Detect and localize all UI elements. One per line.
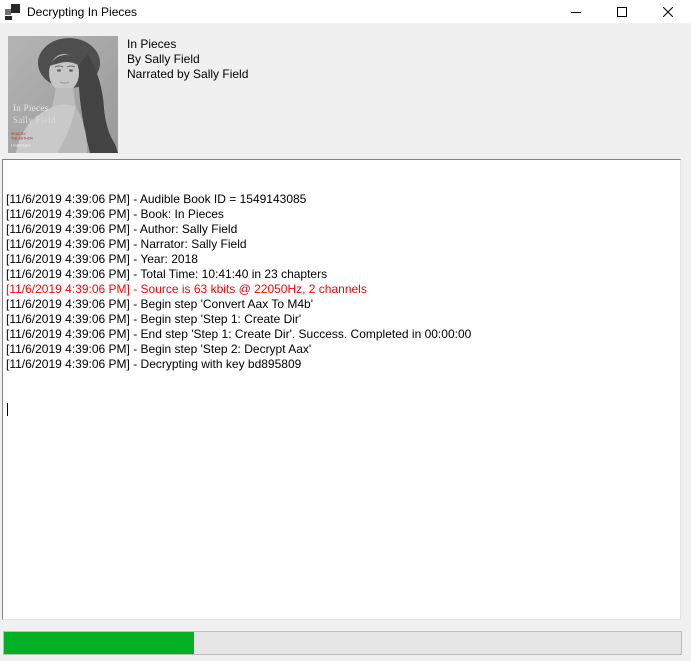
book-author: By Sally Field [127, 52, 248, 67]
book-cover-image: In Pieces Sally Field READ BY THE AUTHOR… [8, 36, 118, 153]
cover-title-text: In Pieces [13, 103, 49, 113]
maximize-button[interactable] [599, 0, 645, 23]
log-line: [11/6/2019 4:39:06 PM] - Narrator: Sally… [6, 237, 677, 252]
window-title: Decrypting In Pieces [27, 5, 137, 19]
book-narrator: Narrated by Sally Field [127, 67, 248, 82]
cover-badge-read-by: READ BY [11, 132, 27, 136]
minimize-button[interactable] [553, 0, 599, 23]
log-line: [11/6/2019 4:39:06 PM] - Book: In Pieces [6, 207, 677, 222]
log-line: [11/6/2019 4:39:06 PM] - Year: 2018 [6, 252, 677, 267]
log-line: [11/6/2019 4:39:06 PM] - Begin step 'Ste… [6, 342, 677, 357]
maximize-icon [617, 7, 627, 17]
text-caret [7, 403, 8, 416]
book-info: In Pieces By Sally Field Narrated by Sal… [127, 37, 248, 82]
log-line: [11/6/2019 4:39:06 PM] - Total Time: 10:… [6, 267, 677, 282]
log-textbox[interactable]: [11/6/2019 4:39:06 PM] - Audible Book ID… [2, 159, 681, 620]
progress-bar [3, 631, 682, 655]
log-line: [11/6/2019 4:39:06 PM] - Author: Sally F… [6, 222, 677, 237]
close-icon [663, 7, 673, 17]
titlebar: Decrypting In Pieces [0, 0, 691, 23]
log-line: [11/6/2019 4:39:06 PM] - Begin step 'Con… [6, 297, 677, 312]
caption-buttons [553, 0, 691, 23]
log-line: [11/6/2019 4:39:06 PM] - Source is 63 kb… [6, 282, 677, 297]
book-title: In Pieces [127, 37, 248, 52]
close-button[interactable] [645, 0, 691, 23]
log-line: [11/6/2019 4:39:06 PM] - Audible Book ID… [6, 192, 677, 207]
cover-badge-the-author: THE AUTHOR [11, 137, 33, 141]
log-line: [11/6/2019 4:39:06 PM] - Begin step 'Ste… [6, 312, 677, 327]
app-icon [5, 4, 21, 20]
progress-fill [4, 632, 194, 654]
log-line: [11/6/2019 4:39:06 PM] - Decrypting with… [6, 357, 677, 372]
minimize-icon [571, 7, 581, 17]
cover-author-text: Sally Field [13, 115, 56, 125]
cover-badge-unabridged: Unabridged [11, 144, 31, 148]
log-lines: [11/6/2019 4:39:06 PM] - Audible Book ID… [6, 192, 677, 372]
log-line: [11/6/2019 4:39:06 PM] - End step 'Step … [6, 327, 677, 342]
